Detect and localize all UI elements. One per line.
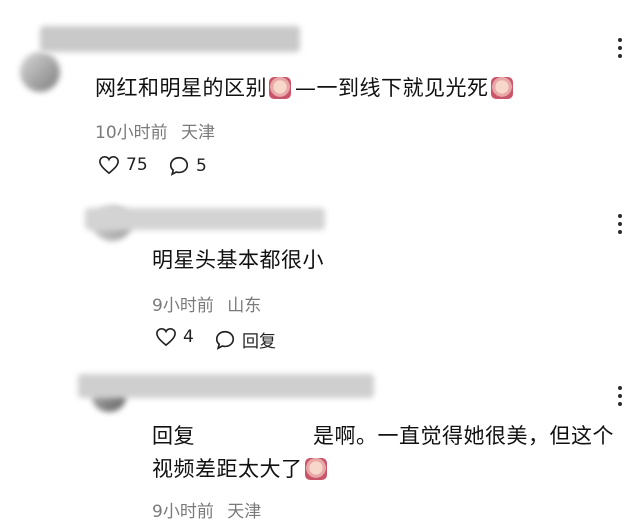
reply-button[interactable]: 回复 [214,327,276,352]
comment-bubble-icon [215,330,235,350]
crying-laughing-emoji-icon [304,458,327,480]
location: 天津 [227,502,262,522]
comment-meta: 10小时前 天津 [95,118,215,143]
reply-count: 5 [196,156,207,176]
heart-icon [99,155,119,175]
timestamp: 10小时前 [95,123,168,143]
more-options-icon[interactable] [618,386,622,406]
like-button[interactable]: 75 [98,155,148,175]
comment-meta: 9小时前 天津 [152,497,261,522]
reply-prefix: 回复 [152,424,195,448]
username-redacted[interactable] [85,208,325,230]
heart-icon [156,327,176,347]
location: 山东 [227,296,262,316]
comment-text-line2-text: 视频差距太大了 [152,457,303,481]
timestamp: 9小时前 [152,296,214,316]
username-redacted[interactable] [78,374,374,398]
like-count: 4 [183,327,194,347]
crying-laughing-emoji-icon [490,77,513,99]
avatar[interactable] [20,52,60,92]
comment-text-part2: 一到线下就见光死 [316,76,489,100]
timestamp: 9小时前 [152,502,214,522]
more-options-icon[interactable] [618,214,622,234]
reply-label: 回复 [242,332,276,352]
comment-meta: 9小时前 山东 [152,291,261,316]
comment-text-part1: 网红和明星的区别 [95,76,267,100]
username-redacted[interactable] [40,26,300,52]
comment-text-line2: 视频差距太大了 [152,453,329,483]
reply-button[interactable]: 5 [168,155,207,177]
comment-text: 明星头基本都很小 [152,248,324,272]
comment-text: 网红和明星的区别 —一到线下就见光死 [95,72,515,102]
location: 天津 [181,123,216,143]
comment-bubble-icon [169,156,189,176]
comment-text-rest: 是啊。一直觉得她很美，但这个 [313,424,614,448]
comment-text-line1: 回复 是啊。一直觉得她很美，但这个 [152,420,614,450]
crying-laughing-emoji-icon [269,77,291,99]
like-button[interactable]: 4 [155,327,194,347]
more-options-icon[interactable] [618,38,622,58]
like-count: 75 [126,155,148,175]
